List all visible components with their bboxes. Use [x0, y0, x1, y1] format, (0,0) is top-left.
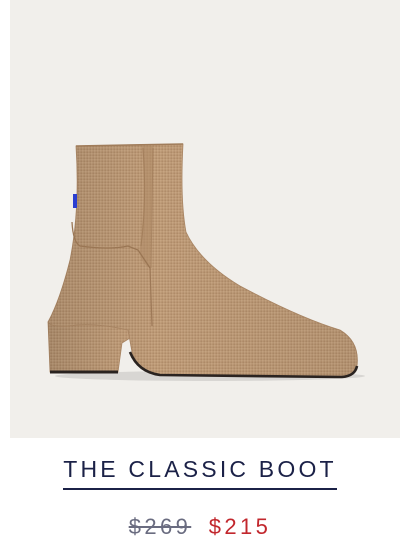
price-row: $269 $215 [0, 513, 400, 541]
boot-image [47, 143, 365, 381]
product-card[interactable]: THE CLASSIC BOOT $269 $215 [0, 0, 400, 560]
original-price: $269 [128, 514, 192, 539]
product-image[interactable] [10, 0, 400, 438]
product-title-link[interactable]: THE CLASSIC BOOT [63, 455, 337, 490]
sale-price: $215 [208, 514, 272, 539]
